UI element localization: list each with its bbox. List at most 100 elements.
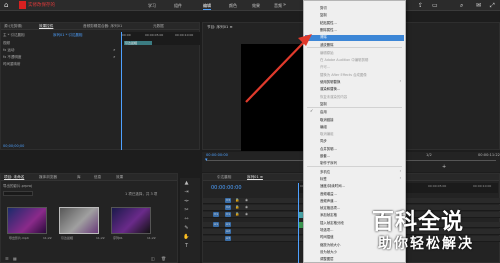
track-label-v2[interactable]: V2 [225,205,231,210]
tools-panel: ▲ ⇥ ⟛ ✂ ⇿ ✎ ✋ T [180,178,200,263]
menu-audio[interactable]: 音频 [274,3,282,9]
lock-icon[interactable]: 🔒 [235,205,239,209]
timeline-playhead[interactable] [298,183,299,263]
thumbnail-source-clip[interactable] [59,207,99,234]
delete-icon[interactable]: 🗑 [161,256,166,261]
program-timecode[interactable]: 00:00:00:00 [206,153,228,157]
reset-icon[interactable]: ↺ [113,55,116,59]
context-menu-item[interactable]: 使用剪辑替换 [320,79,340,84]
new-item-icon[interactable]: ◫ [151,256,155,261]
context-menu-item[interactable]: 清除 [320,34,327,39]
track-label-v1[interactable]: V1 [225,212,231,217]
menu-edit[interactable]: 编辑 [203,3,211,10]
effect-motion[interactable]: fx 运动 [3,48,14,53]
eye-icon[interactable]: ◉ [245,212,248,216]
context-menu-item[interactable]: 标签 [320,176,327,181]
text-tool-icon[interactable]: T [183,243,190,250]
context-menu-item[interactable]: 音频增益... [320,191,337,196]
context-menu-item[interactable]: 制作子序列 [320,160,337,165]
selection-count: 1 项已选择，共 3 项 [125,192,158,196]
tab-libraries[interactable]: 库 [77,175,81,180]
context-menu-item[interactable]: 剪切 [320,5,327,10]
track-label-a2[interactable]: A2 [225,229,231,234]
context-menu-item[interactable]: 复制 [320,12,327,17]
list-view-icon[interactable]: ☰ [5,256,9,261]
thumbnail-sequence[interactable] [111,207,151,234]
tab-media-browser[interactable]: 媒体浏览器 [39,175,57,180]
effect-opacity[interactable]: fx 不透明度 [3,55,21,60]
source-patch-v1[interactable]: V1 [213,212,219,217]
context-menu-item[interactable]: 时间插值 [320,234,334,239]
context-menu-item[interactable]: 设为帧大小 [320,249,337,254]
eye-icon[interactable]: ◉ [245,205,248,209]
thumbnail-export-video[interactable] [7,207,47,234]
quick-export-icon[interactable]: ▭ [432,2,438,9]
menu-color[interactable]: 颜色 [229,3,237,9]
context-menu-item[interactable]: 同步 [320,138,327,143]
context-menu-item[interactable]: 粘贴属性... [320,20,337,25]
tab-effects[interactable]: 效果 [116,175,123,180]
source-patch-a1[interactable]: A1 [213,222,219,227]
playhead[interactable] [121,32,122,150]
tab-project[interactable]: 项目: 未命名 [4,175,24,180]
context-menu-item[interactable]: 插入帧定格分段 [320,220,344,225]
tab-source-clip[interactable]: 引达晨相 [217,175,231,180]
context-menu-item[interactable]: 添加帧定格 [320,212,337,217]
menu-learn[interactable]: 学习 [148,3,156,9]
selection-tool-icon[interactable]: ▲ [183,180,190,187]
context-menu-item[interactable]: 调整图层 [320,256,334,261]
tab-info[interactable]: 信息 [94,175,101,180]
context-menu-item[interactable]: 删除属性... [320,27,337,32]
tab-sequence[interactable]: 序列01 ≡ [247,175,263,180]
upload-icon[interactable]: ⇪ [418,2,423,9]
context-menu-item[interactable]: 帧定格选项... [320,205,340,210]
tab-effect-controls[interactable]: 效果控件 [39,24,53,29]
context-menu-item[interactable]: 嵌套... [320,153,330,158]
context-menu-item[interactable]: 启用 [320,109,327,114]
context-menu-item[interactable]: 缩放为帧大小 [320,242,340,247]
lock-icon[interactable]: 🔒 [235,212,239,216]
reset-icon[interactable]: ↺ [113,48,116,52]
notifications-icon[interactable]: ✉ [476,2,481,9]
pen-tool-icon[interactable]: ✎ [183,225,190,232]
fit-select[interactable]: 1/2 [426,153,432,157]
project-search-input[interactable] [3,191,33,196]
context-menu-item[interactable]: 复制 [320,101,327,106]
context-menu-item[interactable]: 合并剪辑... [320,146,337,151]
timeline-timecode[interactable]: 00:00:00:00 [211,185,242,191]
search-icon[interactable]: ⌕ [460,2,463,10]
context-menu-item[interactable]: 音频声道... [320,198,337,203]
lock-icon[interactable]: 🔒 [235,198,239,202]
tab-metadata[interactable]: 元数据 [153,24,164,29]
tab-source[interactable]: 源:(无剪辑) [4,24,22,29]
fullscreen-icon[interactable]: ⤢ [490,2,495,10]
more-workspaces[interactable]: » [283,2,286,8]
hand-tool-icon[interactable]: ✋ [183,234,190,241]
eye-icon[interactable]: ◉ [245,198,248,202]
tab-audio-mixer[interactable]: 音频剪辑混合器: 序列01 [83,24,122,29]
playhead-marker-icon[interactable]: ▾ [205,157,208,163]
context-menu-item[interactable]: 渲染和替换... [320,86,340,91]
home-icon[interactable]: ⌂ [4,2,11,9]
slip-tool-icon[interactable]: ⇿ [183,216,190,223]
ruler-tick: 00:00:05:00 [145,33,164,37]
context-menu-item[interactable]: 编组 [320,124,327,129]
track-label-a1[interactable]: A1 [225,222,231,227]
effect-time-remap[interactable]: 时间重映射 [3,62,21,67]
context-menu-item[interactable]: 速度/持续时间... [320,183,345,188]
menu-assembly[interactable]: 组件 [174,3,182,9]
track-label-v3[interactable]: V3 [225,198,231,203]
sequence-clip-label[interactable]: 序列01 * 引达晨相 [53,33,82,38]
context-menu-item[interactable]: 波纹删除 [320,42,334,47]
ripple-edit-icon[interactable]: ⟛ [183,198,190,205]
track-label-a3[interactable]: A3 [225,236,231,241]
add-button-icon[interactable]: + [442,164,446,170]
razor-tool-icon[interactable]: ✂ [183,207,190,214]
menu-effects[interactable]: 效果 [252,3,260,9]
context-menu-item[interactable]: 场选项... [320,227,333,232]
track-select-icon[interactable]: ⇥ [183,189,190,196]
context-menu-item[interactable]: 多机位 [320,169,330,174]
ruler-tick: 00:00:10:00 [473,184,492,188]
context-menu-item[interactable]: 取消链接 [320,117,334,122]
icon-view-icon[interactable]: ▦ [13,256,17,261]
